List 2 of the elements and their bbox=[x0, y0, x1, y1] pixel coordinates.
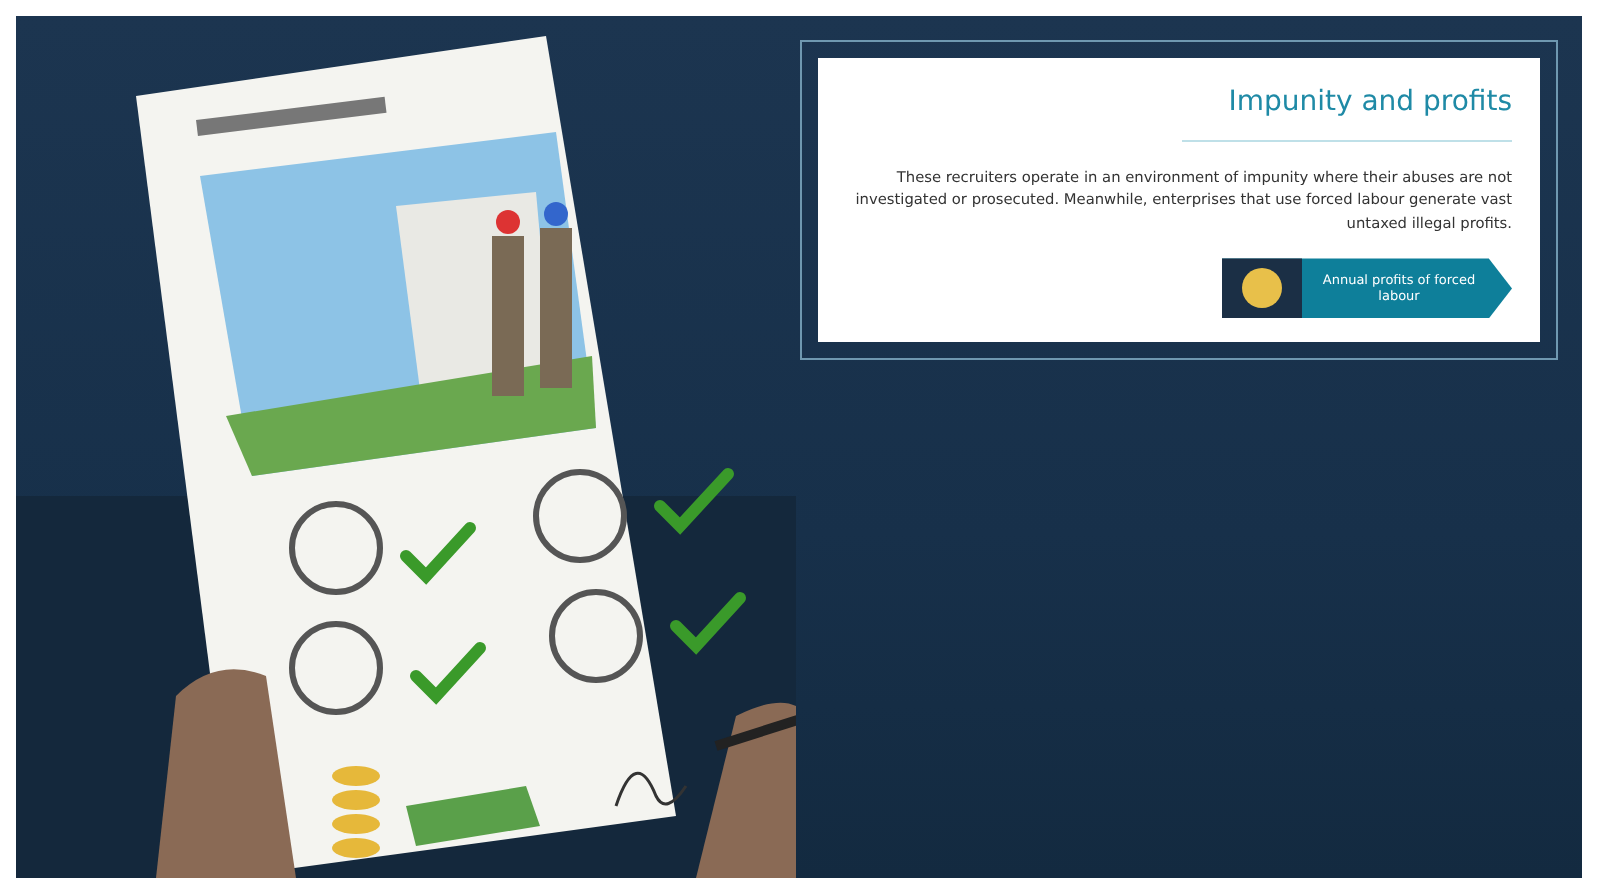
coin-icon bbox=[1240, 266, 1284, 311]
panel-title: Impunity and profits bbox=[1226, 86, 1512, 120]
